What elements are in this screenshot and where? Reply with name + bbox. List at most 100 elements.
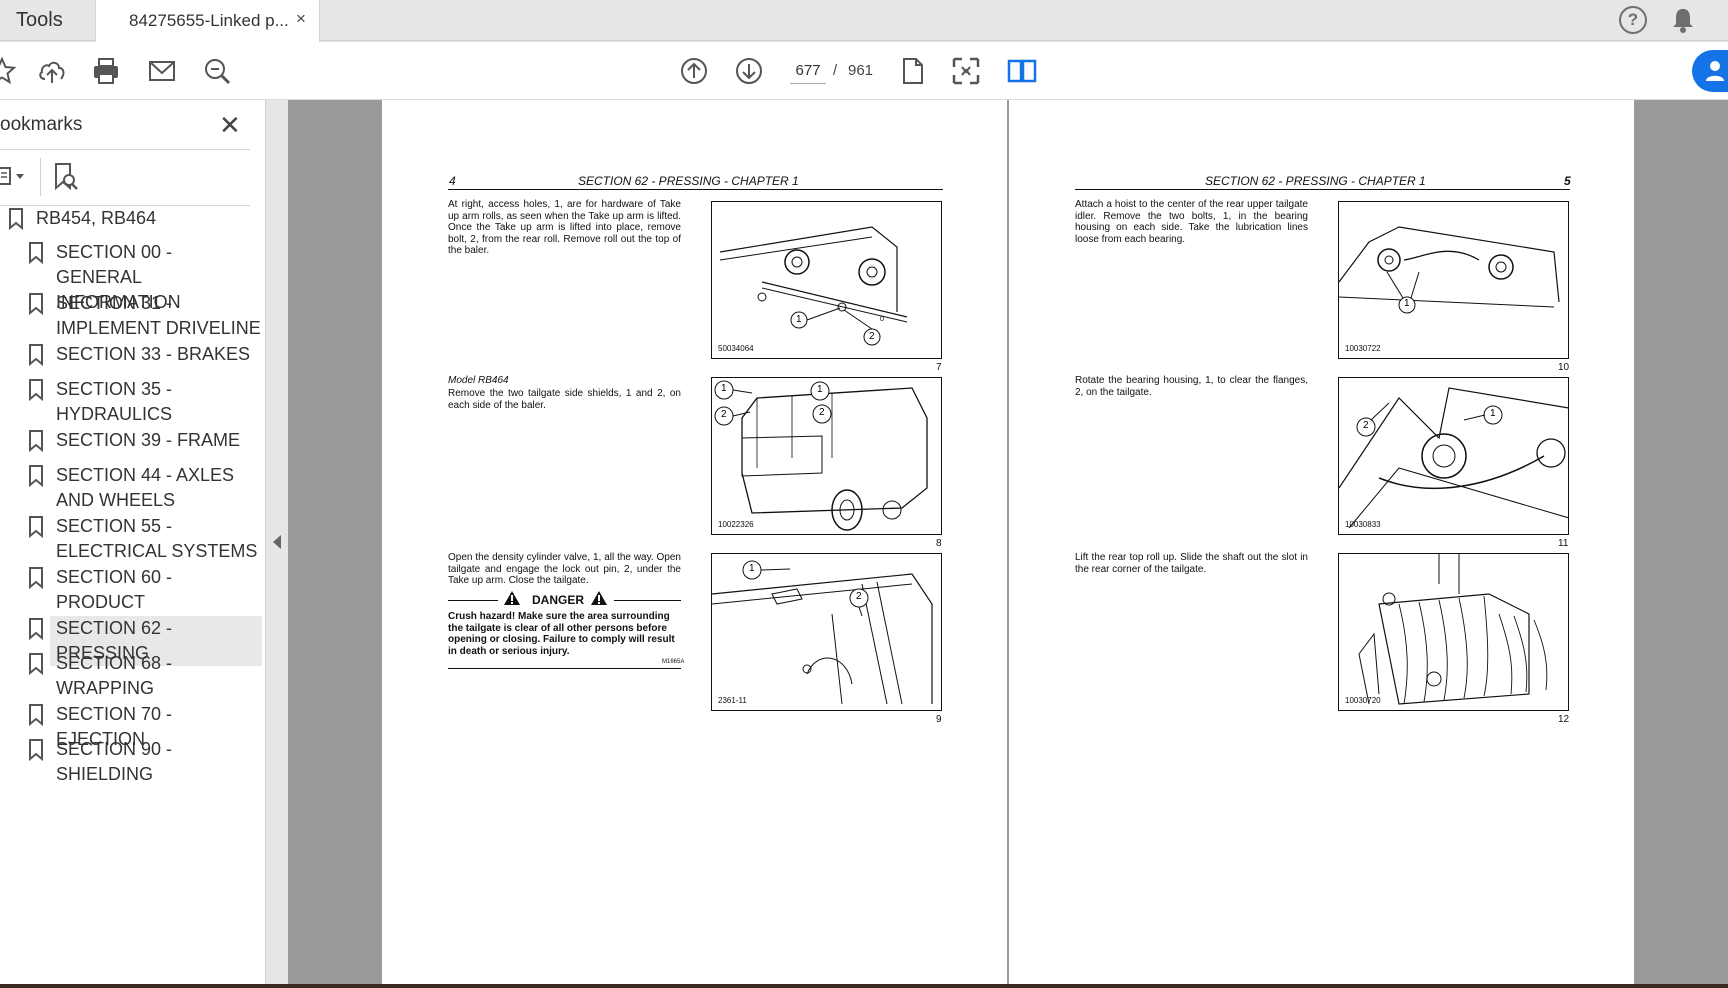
bookmark-label: SECTION 31 - IMPLEMENT DRIVELINE xyxy=(56,291,261,341)
figure-7-drawing xyxy=(719,226,908,346)
figure-code: 10030722 xyxy=(1345,344,1381,353)
single-page-view-icon[interactable] xyxy=(896,55,928,87)
bookmark-label: SECTION 68 - WRAPPING xyxy=(56,651,172,701)
callout-1: 1 xyxy=(749,563,755,574)
email-icon[interactable] xyxy=(146,55,178,87)
right-page-number: 5 xyxy=(1564,174,1571,188)
bookmark-label-line: SECTION 35 - xyxy=(56,379,173,399)
bookmark-label: SECTION 90 - SHIELDING xyxy=(56,737,262,787)
danger-title: DANGER xyxy=(532,593,585,607)
previous-page-icon[interactable] xyxy=(678,55,710,87)
person-add-icon xyxy=(1706,61,1724,81)
tab-document-title: 84275655-Linked p... xyxy=(129,11,289,30)
bookmark-label-line: SECTION 31 - xyxy=(56,293,173,313)
warning-triangle-icon xyxy=(504,591,520,605)
right-para-1: Attach a hoist to the center of the rear… xyxy=(1075,199,1308,245)
bookmark-item[interactable]: SECTION 44 - AXLES AND WHEELS xyxy=(0,463,262,513)
page-total: 961 xyxy=(848,62,874,79)
help-icon[interactable]: ? xyxy=(1619,6,1647,34)
figure-8-drawing xyxy=(714,380,928,531)
bookmark-item[interactable]: SECTION 62 - PRESSING xyxy=(0,616,262,666)
bookmark-icon xyxy=(9,208,23,230)
bookmark-label: RB454, RB464 xyxy=(36,206,156,231)
two-page-view-icon[interactable] xyxy=(1006,55,1038,87)
bookmark-label-line: SECTION 90 - SHIELDING xyxy=(56,739,173,784)
figure-9-drawing xyxy=(712,560,933,705)
right-page-header: SECTION 62 - PRESSING - CHAPTER 1 xyxy=(1205,174,1426,188)
options-menu-icon[interactable] xyxy=(0,164,30,190)
bookmark-label-line: ELECTRICAL SYSTEMS xyxy=(56,541,258,561)
bookmark-item[interactable]: SECTION 55 - ELECTRICAL SYSTEMS xyxy=(0,514,262,564)
bookmark-item[interactable]: SECTION 90 - SHIELDING xyxy=(0,737,262,784)
danger-code: M1665A xyxy=(662,659,685,665)
bookmark-label-line: SECTION 00 - GENERAL xyxy=(56,242,173,287)
bell-icon[interactable] xyxy=(1670,6,1696,34)
close-panel-icon[interactable]: ✕ xyxy=(219,110,241,141)
bookmark-icon xyxy=(29,344,43,366)
bookmark-label-line: HYDRAULICS xyxy=(56,404,173,424)
bookmark-item[interactable]: SECTION 60 - PRODUCTFEEDING xyxy=(0,565,262,637)
danger-rule xyxy=(614,600,681,601)
bookmark-label-line: SECTION 33 - BRAKES xyxy=(56,344,251,364)
bookmark-item[interactable]: SECTION 39 - FRAME xyxy=(0,428,262,453)
tab-document[interactable]: 84275655-Linked p... × xyxy=(95,0,320,42)
callout-2: 2 xyxy=(721,409,727,420)
header-rule xyxy=(448,189,943,190)
bookmark-item[interactable]: SECTION 33 - BRAKES xyxy=(0,342,262,367)
document-viewer[interactable]: 4 SECTION 62 - PRESSING - CHAPTER 1 At r… xyxy=(288,100,1728,988)
bookmark-label-line: SECTION 44 - AXLES xyxy=(56,465,235,485)
bookmark-item[interactable]: SECTION 35 - HYDRAULICS xyxy=(0,377,262,427)
next-page-icon[interactable] xyxy=(733,55,765,87)
print-icon[interactable] xyxy=(90,55,122,87)
bookmarks-panel-title: ookmarks xyxy=(0,114,83,135)
pdf-page-right: SECTION 62 - PRESSING - CHAPTER 1 5 Atta… xyxy=(1009,100,1634,988)
star-icon[interactable] xyxy=(0,55,18,87)
bookmark-icon xyxy=(29,293,43,315)
figure-8: 1 2 1 2 10022326 xyxy=(711,377,942,535)
left-para-3: Open the density cylinder valve, 1, all … xyxy=(448,552,681,586)
bookmark-item[interactable]: SECTION 70 - EJECTION xyxy=(0,702,262,749)
callout-2: 2 xyxy=(819,407,825,418)
bookmark-label-line: SECTION 60 - PRODUCT xyxy=(56,567,173,612)
bookmark-item[interactable]: SECTION 00 - GENERAL INFORMATION xyxy=(0,240,262,312)
model-label: Model RB464 xyxy=(448,375,509,386)
panel-divider xyxy=(0,149,250,150)
left-para-1: At right, access holes, 1, are for hardw… xyxy=(448,199,681,256)
upload-cloud-icon[interactable] xyxy=(36,55,68,87)
left-para-2: Remove the two tailgate side shields, 1 … xyxy=(448,388,681,411)
right-para-2: Rotate the bearing housing, 1, to clear … xyxy=(1075,375,1308,398)
figure-number: 11 xyxy=(1558,538,1569,549)
header-rule xyxy=(1075,189,1570,190)
bookmark-item[interactable]: SECTION 68 - WRAPPING xyxy=(0,651,262,701)
bookmark-icon xyxy=(29,704,43,726)
zoom-search-icon[interactable] xyxy=(201,55,233,87)
bookmark-icon xyxy=(29,379,43,401)
figure-code: 10030720 xyxy=(1345,696,1381,705)
figure-11-drawing xyxy=(1339,387,1568,529)
bookmark-label-line: SECTION 55 - xyxy=(56,516,173,536)
page-separator: / xyxy=(833,62,838,79)
pdf-page-left: 4 SECTION 62 - PRESSING - CHAPTER 1 At r… xyxy=(382,100,1007,988)
bookmark-label-line: IMPLEMENT DRIVELINE xyxy=(56,318,261,338)
callout-1: 1 xyxy=(796,314,802,325)
fit-page-icon[interactable] xyxy=(950,55,982,87)
callout-1: 1 xyxy=(721,383,727,394)
figure-10: 1 10030722 xyxy=(1338,201,1569,359)
right-para-3: Lift the rear top roll up. Slide the sha… xyxy=(1075,552,1308,575)
danger-bottom-rule xyxy=(448,668,681,669)
share-button[interactable] xyxy=(1692,50,1728,92)
danger-text: Crush hazard! Make sure the area surroun… xyxy=(448,611,675,657)
tab-tools[interactable]: Tools xyxy=(0,0,95,41)
bookmark-item[interactable]: SECTION 31 - IMPLEMENT DRIVELINE xyxy=(0,291,262,341)
figure-number: 9 xyxy=(936,714,942,725)
page-number-input[interactable]: 677 xyxy=(790,58,826,84)
bookmark-label: SECTION 44 - AXLES AND WHEELS xyxy=(56,463,234,513)
callout-0: 0 xyxy=(880,316,884,323)
figure-code: 50034064 xyxy=(718,344,754,353)
bookmark-search-icon[interactable] xyxy=(52,162,80,192)
tab-close-icon[interactable]: × xyxy=(296,9,306,29)
collapse-panel-arrow-icon[interactable] xyxy=(273,535,281,549)
bookmark-item[interactable]: RB454, RB464 xyxy=(0,206,262,231)
bookmark-icon xyxy=(29,739,43,761)
toolbar: 677 / 961 xyxy=(0,42,1728,100)
